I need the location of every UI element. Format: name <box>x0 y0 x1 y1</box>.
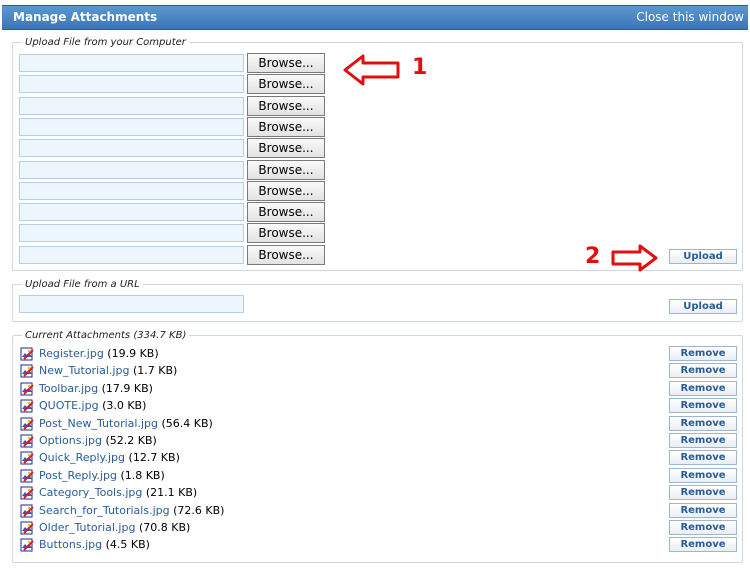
attachment-size: (1.8 KB) <box>120 468 165 482</box>
browse-button[interactable]: Browse... <box>247 159 325 180</box>
image-file-icon <box>20 504 34 518</box>
upload-computer-button[interactable]: Upload <box>669 249 737 264</box>
file-path-input[interactable] <box>19 224 244 243</box>
attachment-row: Options.jpg (52.2 KB) <box>20 433 157 449</box>
file-path-input[interactable] <box>19 75 244 94</box>
arrow-left-annotation-icon <box>343 54 400 86</box>
remove-button[interactable]: Remove <box>669 380 737 396</box>
browse-button[interactable]: Browse... <box>247 244 325 265</box>
browse-button[interactable]: Browse... <box>247 138 325 159</box>
attachment-link[interactable]: Post_Reply.jpg <box>39 469 117 482</box>
attachment-size: (12.7 KB) <box>128 451 180 465</box>
file-path-input[interactable] <box>19 181 244 200</box>
attachment-row: QUOTE.jpg (3.0 KB) <box>20 398 146 414</box>
image-file-icon <box>20 382 34 396</box>
file-path-input[interactable] <box>19 117 244 136</box>
browse-button[interactable]: Browse... <box>247 74 325 95</box>
attachment-link[interactable]: Search_for_Tutorials.jpg <box>39 504 170 517</box>
image-file-icon <box>20 347 34 361</box>
remove-button[interactable]: Remove <box>669 346 737 361</box>
current-attachments-legend: Current Attachments (334.7 KB) <box>22 330 190 341</box>
remove-button[interactable]: Remove <box>669 502 737 518</box>
attachment-link[interactable]: Category_Tools.jpg <box>39 486 142 499</box>
image-file-icon <box>20 469 34 483</box>
attachment-size: (56.4 KB) <box>161 416 213 430</box>
attachment-link[interactable]: Buttons.jpg <box>39 538 102 551</box>
attachment-row: Quick_Reply.jpg (12.7 KB) <box>20 450 180 466</box>
url-input[interactable] <box>19 295 244 313</box>
image-file-icon <box>20 521 34 535</box>
file-path-input[interactable] <box>19 139 244 158</box>
titlebar-background: Manage Attachments Close this window <box>2 5 748 30</box>
file-path-input[interactable] <box>19 54 244 72</box>
browse-button[interactable]: Browse... <box>247 223 325 244</box>
remove-button[interactable]: Remove <box>669 485 737 501</box>
file-path-input[interactable] <box>19 160 244 179</box>
remove-button[interactable]: Remove <box>669 520 737 535</box>
image-file-icon <box>20 451 34 465</box>
annotation-number-1: 1 <box>412 55 428 80</box>
attachment-link[interactable]: QUOTE.jpg <box>39 399 99 412</box>
remove-button[interactable]: Remove <box>669 433 737 448</box>
browse-button[interactable]: Browse... <box>247 116 325 137</box>
window-titlebar: Manage Attachments Close this window <box>0 0 750 33</box>
window-title: Manage Attachments <box>13 10 158 24</box>
browse-button[interactable]: Browse... <box>247 202 325 223</box>
image-file-icon <box>20 434 34 448</box>
attachment-size: (17.9 KB) <box>101 381 153 395</box>
upload-url-button[interactable]: Upload <box>669 299 737 314</box>
attachment-row: Toolbar.jpg (17.9 KB) <box>20 381 153 397</box>
remove-button[interactable]: Remove <box>669 467 737 483</box>
arrow-right-annotation-icon <box>611 244 658 272</box>
remove-button[interactable]: Remove <box>669 450 737 466</box>
file-path-input[interactable] <box>19 203 244 222</box>
attachment-link[interactable]: Options.jpg <box>39 434 102 447</box>
annotation-number-2: 2 <box>585 244 601 269</box>
remove-button[interactable]: Remove <box>669 398 737 414</box>
attachment-link[interactable]: Older_Tutorial.jpg <box>39 521 135 534</box>
attachment-row: Category_Tools.jpg (21.1 KB) <box>20 485 197 501</box>
image-file-icon <box>20 364 34 378</box>
attachment-row: Register.jpg (19.9 KB) <box>20 346 159 362</box>
browse-button[interactable]: Browse... <box>247 53 325 73</box>
attachment-size: (4.5 KB) <box>105 538 150 552</box>
remove-button[interactable]: Remove <box>669 415 737 431</box>
file-path-input[interactable] <box>19 96 244 115</box>
attachment-size: (21.1 KB) <box>145 486 198 500</box>
attachment-row: Buttons.jpg (4.5 KB) <box>20 537 150 553</box>
browse-button[interactable]: Browse... <box>247 180 325 201</box>
attachment-size: (52.2 KB) <box>105 434 157 447</box>
attachment-size: (19.9 KB) <box>107 347 159 360</box>
close-window-link[interactable]: Close this window <box>636 10 744 24</box>
attachment-link[interactable]: Register.jpg <box>39 347 104 360</box>
attachment-link[interactable]: Quick_Reply.jpg <box>39 451 125 464</box>
attachment-link[interactable]: Post_New_Tutorial.jpg <box>39 417 158 430</box>
attachment-size: (3.0 KB) <box>102 399 147 413</box>
upload-url-legend: Upload File from a URL <box>22 279 143 290</box>
browse-button[interactable]: Browse... <box>247 95 325 116</box>
attachment-link[interactable]: Toolbar.jpg <box>39 382 98 395</box>
attachment-row: New_Tutorial.jpg (1.7 KB) <box>20 363 177 379</box>
attachment-row: Post_Reply.jpg (1.8 KB) <box>20 468 165 484</box>
remove-button[interactable]: Remove <box>669 363 737 379</box>
image-file-icon <box>20 417 34 431</box>
attachment-row: Search_for_Tutorials.jpg (72.6 KB) <box>20 503 224 519</box>
attachment-size: (1.7 KB) <box>132 364 178 378</box>
file-path-input[interactable] <box>19 245 244 264</box>
upload-computer-legend: Upload File from your Computer <box>22 37 189 48</box>
image-file-icon <box>20 399 34 413</box>
attachment-row: Older_Tutorial.jpg (70.8 KB) <box>20 520 190 536</box>
attachment-size: (70.8 KB) <box>138 521 191 534</box>
attachment-row: Post_New_Tutorial.jpg (56.4 KB) <box>20 416 213 432</box>
attachment-link[interactable]: New_Tutorial.jpg <box>39 364 129 377</box>
attachment-size: (72.6 KB) <box>173 503 225 517</box>
image-file-icon <box>20 486 34 500</box>
remove-button[interactable]: Remove <box>669 537 737 553</box>
image-file-icon <box>20 538 34 552</box>
